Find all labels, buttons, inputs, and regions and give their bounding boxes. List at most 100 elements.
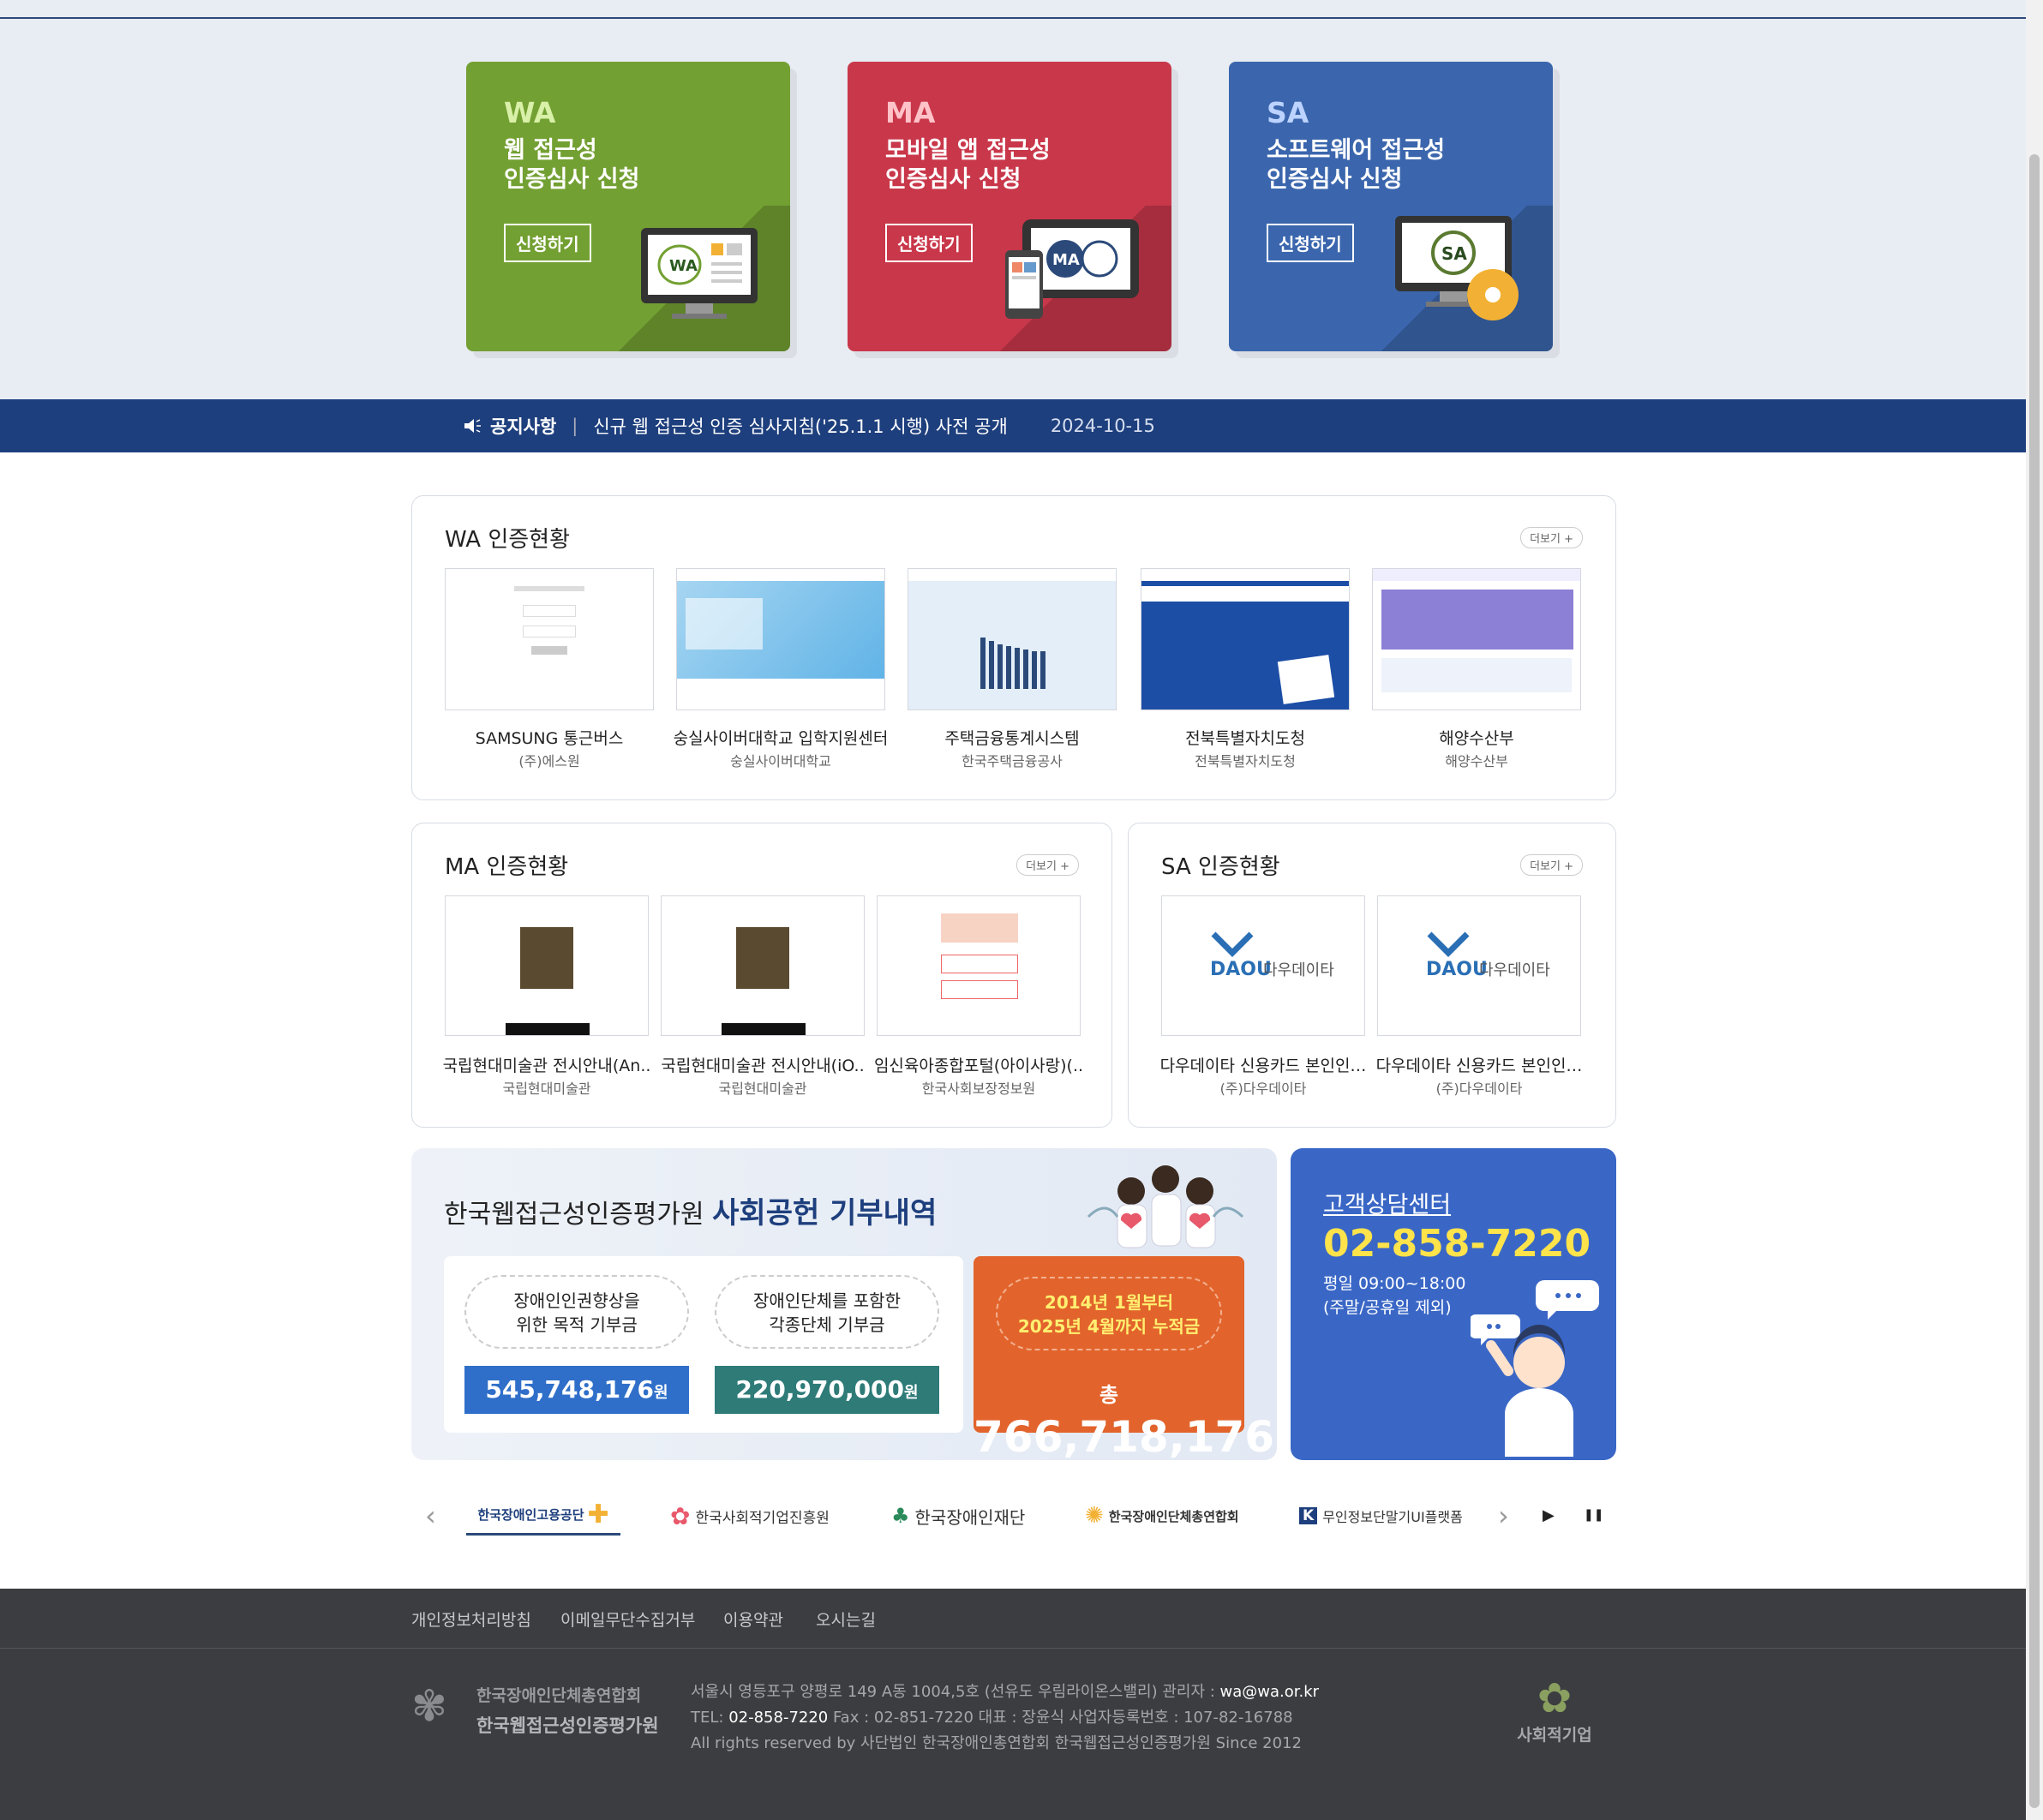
sa-item-title[interactable]: 다우데이타 신용카드 본인인… <box>1370 1053 1588 1076</box>
monitor-icon: WA <box>641 228 758 319</box>
donation-title-prefix: 한국웹접근성인증평가원 <box>444 1200 704 1230</box>
scrollbar-thumb[interactable] <box>2029 154 2040 1808</box>
carousel-prev-button[interactable]: ‹ <box>425 1500 436 1532</box>
sa-apply-card[interactable]: SA 소프트웨어 접근성 인증심사 신청 신청하기 SA <box>1229 62 1553 351</box>
cs-title[interactable]: 고객상담센터 <box>1323 1186 1451 1219</box>
daou-logo: DAOU다우데이타 <box>1426 931 1550 980</box>
top-border <box>0 0 2026 19</box>
amount-2: 220,970,000원 <box>715 1366 939 1414</box>
partner-name: 한국장애인재단 <box>914 1506 1026 1528</box>
ma-item-org: 국립현대미술관 <box>502 1081 591 1097</box>
svg-text:WA: WA <box>669 257 698 275</box>
partner-name: 무인정보단말기UI플랫폼 <box>1322 1509 1463 1525</box>
footer-nav: 개인정보처리방침 이메일무단수집거부 이용약관 오시는길 <box>0 1589 2026 1649</box>
wa-item-title[interactable]: SAMSUNG 통근버스 <box>436 726 662 749</box>
privacy-policy-link[interactable]: 개인정보처리방침 <box>411 1607 531 1631</box>
wa-item-org: 숭실사이버대학교 <box>730 753 831 769</box>
email-refusal-link[interactable]: 이메일무단수집거부 <box>560 1607 695 1631</box>
sa-thumb-1[interactable]: DAOU 다우데이타 <box>1161 895 1365 1036</box>
footer-org-logo: ✾ 한국장애인단체총연합회 한국웹접근성인증평가원 <box>411 1678 660 1746</box>
footer: 개인정보처리방침 이메일무단수집거부 이용약관 오시는길 ✾ 한국장애인단체총연… <box>0 1589 2026 1820</box>
ma-item-title[interactable]: 국립현대미술관 전시안내(iO.. <box>654 1053 872 1076</box>
flower-icon: ✿ <box>670 1501 691 1530</box>
period-line2: 2025년 4월까지 누적금 <box>1017 1316 1201 1337</box>
notice-separator: | <box>572 416 578 436</box>
ma-more-button[interactable]: 더보기 + <box>1016 854 1079 876</box>
ma-apply-button[interactable]: 신청하기 <box>885 224 973 262</box>
partner-name: 한국장애인단체총연합회 <box>1108 1508 1239 1524</box>
wa-thumb-3[interactable] <box>908 568 1117 710</box>
sa-thumb-2[interactable]: DAOU 다우데이타 <box>1377 895 1581 1036</box>
terms-link[interactable]: 이용약관 <box>723 1607 783 1631</box>
svg-text:다우데이타: 다우데이타 <box>1263 961 1334 979</box>
ma-item-org: 국립현대미술관 <box>718 1081 807 1097</box>
wa-thumb-2[interactable] <box>676 568 885 710</box>
partner-logo-1[interactable]: 한국장애인고용공단 ✚ <box>466 1496 620 1536</box>
period-line1: 2014년 1월부터 <box>1044 1292 1174 1313</box>
wa-thumb-1[interactable] <box>445 568 654 710</box>
partner-name: 한국사회적기업진흥원 <box>695 1509 830 1527</box>
hero-section: WA 웹 접근성 인증심사 신청 신청하기 WA MA 모바일 앱 접근성 인증… <box>0 19 2026 399</box>
wa-apply-button[interactable]: 신청하기 <box>504 224 591 262</box>
leaf-icon: ♣ <box>891 1504 910 1528</box>
ma-item-title[interactable]: 국립현대미술관 전시안내(An.. <box>438 1053 656 1076</box>
fax-info: Fax : 02-851-7220 대표 : 장윤식 사업자등록번호 : 107… <box>828 1709 1293 1727</box>
partner-logo-5[interactable]: K 무인정보단말기UI플랫폼 <box>1299 1496 1471 1536</box>
carousel-play-button[interactable]: ▶ <box>1543 1506 1555 1524</box>
partner-carousel: ‹ 한국장애인고용공단 ✚ ✿ 한국사회적기업진흥원 ♣ 한국장애인재단 ✺ 한국장애인… <box>411 1488 1616 1544</box>
social-enterprise-icon: ✿ <box>1537 1674 1573 1722</box>
copyright: All rights reserved by 사단법인 한국장애인총연합회 한국… <box>691 1734 1302 1752</box>
purpose-line2: 각종단체 기부금 <box>769 1314 885 1335</box>
sa-more-button[interactable]: 더보기 + <box>1520 854 1583 876</box>
purpose-pill-1: 장애인인권향상을 위한 목적 기부금 <box>464 1275 689 1349</box>
cs-hours-line1: 평일 09:00~18:00 <box>1323 1274 1466 1293</box>
carousel-pause-button[interactable]: ❚❚ <box>1584 1508 1603 1522</box>
vertical-scrollbar[interactable] <box>2026 0 2043 1820</box>
ma-thumb-2[interactable] <box>661 895 865 1036</box>
social-enterprise-label: 사회적기업 <box>1517 1726 1592 1745</box>
wa-apply-card[interactable]: WA 웹 접근성 인증심사 신청 신청하기 WA <box>466 62 790 351</box>
sa-certification-box: SA 인증현황 더보기 + DAOU 다우데이타 DAOU 다우데이타 다우데이타 … <box>1128 823 1616 1128</box>
partner-logo-3[interactable]: ♣ 한국장애인재단 <box>891 1496 1045 1536</box>
wa-thumb-4[interactable] <box>1141 568 1350 710</box>
notice-link[interactable]: 신규 웹 접근성 인증 심사지침('25.1.1 시행) 사전 공개 <box>593 413 1007 439</box>
period-pill: 2014년 1월부터 2025년 4월까지 누적금 <box>996 1277 1222 1350</box>
card-title-line2: 인증심사 신청 <box>1267 166 1403 193</box>
cs-hours: 평일 09:00~18:00 (주말/공휴일 제외) <box>1323 1272 1465 1320</box>
tel-label: TEL: <box>691 1709 729 1727</box>
wa-item-title[interactable]: 전북특별자치도청 <box>1132 726 1358 749</box>
card-code: WA <box>504 96 556 129</box>
wa-item-title[interactable]: 해양수산부 <box>1363 726 1590 749</box>
purpose-line1: 장애인단체를 포함한 <box>753 1290 901 1311</box>
ma-item-title[interactable]: 임신육아종합포털(아이사랑)(.. <box>870 1053 1087 1076</box>
ma-apply-card[interactable]: MA 모바일 앱 접근성 인증심사 신청 신청하기 MA <box>848 62 1171 351</box>
notice-label: 공지사항 <box>490 416 557 437</box>
partner-name: 한국장애인고용공단 <box>477 1507 584 1523</box>
ma-item-org: 한국사회보장정보원 <box>921 1081 1036 1097</box>
social-enterprise-badge: ✿ 사회적기업 <box>1512 1674 1597 1745</box>
family-hearts-illustration <box>1087 1165 1244 1248</box>
ma-thumb-3[interactable] <box>877 895 1081 1036</box>
wa-item-title[interactable]: 주택금융통계시스템 <box>899 726 1125 749</box>
sa-item-title[interactable]: 다우데이타 신용카드 본인인… <box>1154 1053 1372 1076</box>
speaker-icon <box>464 419 481 433</box>
ma-thumb-1[interactable] <box>445 895 649 1036</box>
ma-certification-box: MA 인증현황 더보기 + 국립현대미술관 전시안내(An.. 국립현대미술관 … <box>411 823 1112 1128</box>
partner-logo-2[interactable]: ✿ 한국사회적기업진흥원 <box>670 1496 842 1536</box>
directions-link[interactable]: 오시는길 <box>816 1607 876 1631</box>
donation-panel: 한국웹접근성인증평가원 사회공헌 기부내역 장애인인권향상을 위한 목적 기부금 … <box>411 1148 1277 1506</box>
footer-phone: 02-858-7220 <box>728 1709 829 1727</box>
amount-value: 545,748,176 <box>485 1375 655 1404</box>
partner-logo-4[interactable]: ✺ 한국장애인단체총연합회 <box>1085 1496 1265 1536</box>
sa-apply-button[interactable]: 신청하기 <box>1267 224 1354 262</box>
monitor-disc-icon: SA <box>1395 216 1519 320</box>
admin-email[interactable]: wa@wa.or.kr <box>1220 1683 1320 1701</box>
cs-phone: 02-858-7220 <box>1323 1222 1591 1266</box>
carousel-next-button[interactable]: › <box>1498 1500 1509 1532</box>
cs-hours-line2: (주말/공휴일 제외) <box>1323 1298 1452 1317</box>
wa-item-title[interactable]: 숭실사이버대학교 입학지원센터 <box>668 726 894 749</box>
wa-more-button[interactable]: 더보기 + <box>1520 527 1583 548</box>
wa-thumb-5[interactable] <box>1372 568 1581 710</box>
notice-date: 2024-10-15 <box>1050 416 1155 436</box>
amount-unit: 원 <box>654 1384 668 1402</box>
